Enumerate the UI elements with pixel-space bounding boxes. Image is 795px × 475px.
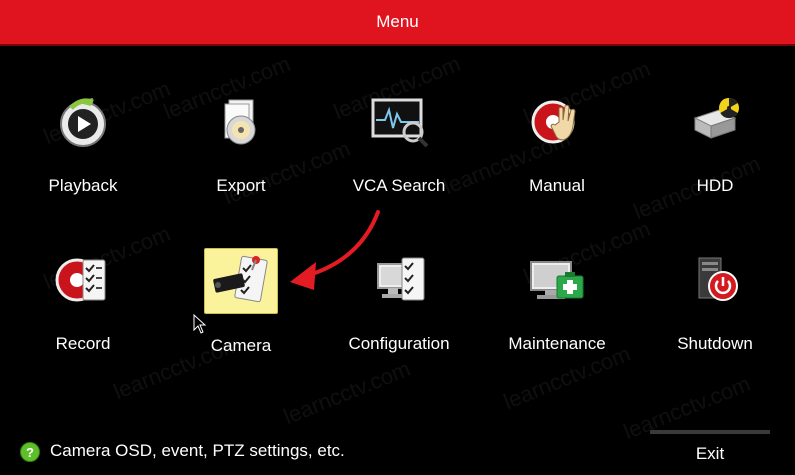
- window-title: Menu: [376, 12, 419, 31]
- menu-item-manual[interactable]: Manual: [482, 90, 632, 240]
- title-bar: Menu: [0, 0, 795, 46]
- menu-item-playback[interactable]: Playback: [8, 90, 158, 240]
- menu-item-camera[interactable]: Camera: [166, 248, 316, 398]
- manual-record-hand-icon: [521, 90, 593, 154]
- menu-item-label: Configuration: [348, 334, 450, 353]
- menu-item-label: Camera: [210, 336, 272, 355]
- menu-item-shutdown[interactable]: Shutdown: [640, 248, 790, 398]
- menu-item-hdd[interactable]: HDD: [640, 90, 790, 240]
- menu-item-configuration[interactable]: Configuration: [324, 248, 474, 398]
- vca-search-icon: [363, 90, 435, 154]
- menu-item-label: Record: [55, 334, 111, 353]
- menu-item-label: Maintenance: [508, 334, 606, 353]
- shutdown-icon: [679, 248, 751, 312]
- maintenance-icon: [521, 248, 593, 312]
- status-hint: Camera OSD, event, PTZ settings, etc.: [50, 441, 345, 460]
- status-bar: ? Camera OSD, event, PTZ settings, etc. …: [0, 430, 795, 475]
- exit-button[interactable]: Exit: [650, 430, 770, 474]
- menu-item-maintenance[interactable]: Maintenance: [482, 248, 632, 398]
- menu-item-record[interactable]: Record: [8, 248, 158, 398]
- playback-icon: [47, 90, 119, 154]
- export-disc-icon: [205, 90, 277, 154]
- record-icon: [47, 248, 119, 312]
- help-icon: ?: [20, 442, 40, 462]
- exit-label: Exit: [695, 444, 725, 463]
- menu-item-label: HDD: [696, 176, 734, 195]
- menu-item-vca-search[interactable]: VCA Search: [324, 90, 474, 240]
- menu-item-label: Manual: [529, 176, 585, 195]
- menu-item-export[interactable]: Export: [166, 90, 316, 240]
- menu-item-label: VCA Search: [352, 176, 446, 195]
- menu-item-label: Playback: [48, 176, 118, 195]
- mouse-cursor-icon: [193, 314, 207, 334]
- menu-item-label: Export: [216, 176, 266, 195]
- menu-item-label: Shutdown: [677, 334, 753, 353]
- hdd-icon: [679, 90, 751, 154]
- configuration-icon: [363, 248, 435, 312]
- camera-settings-icon: [204, 248, 278, 314]
